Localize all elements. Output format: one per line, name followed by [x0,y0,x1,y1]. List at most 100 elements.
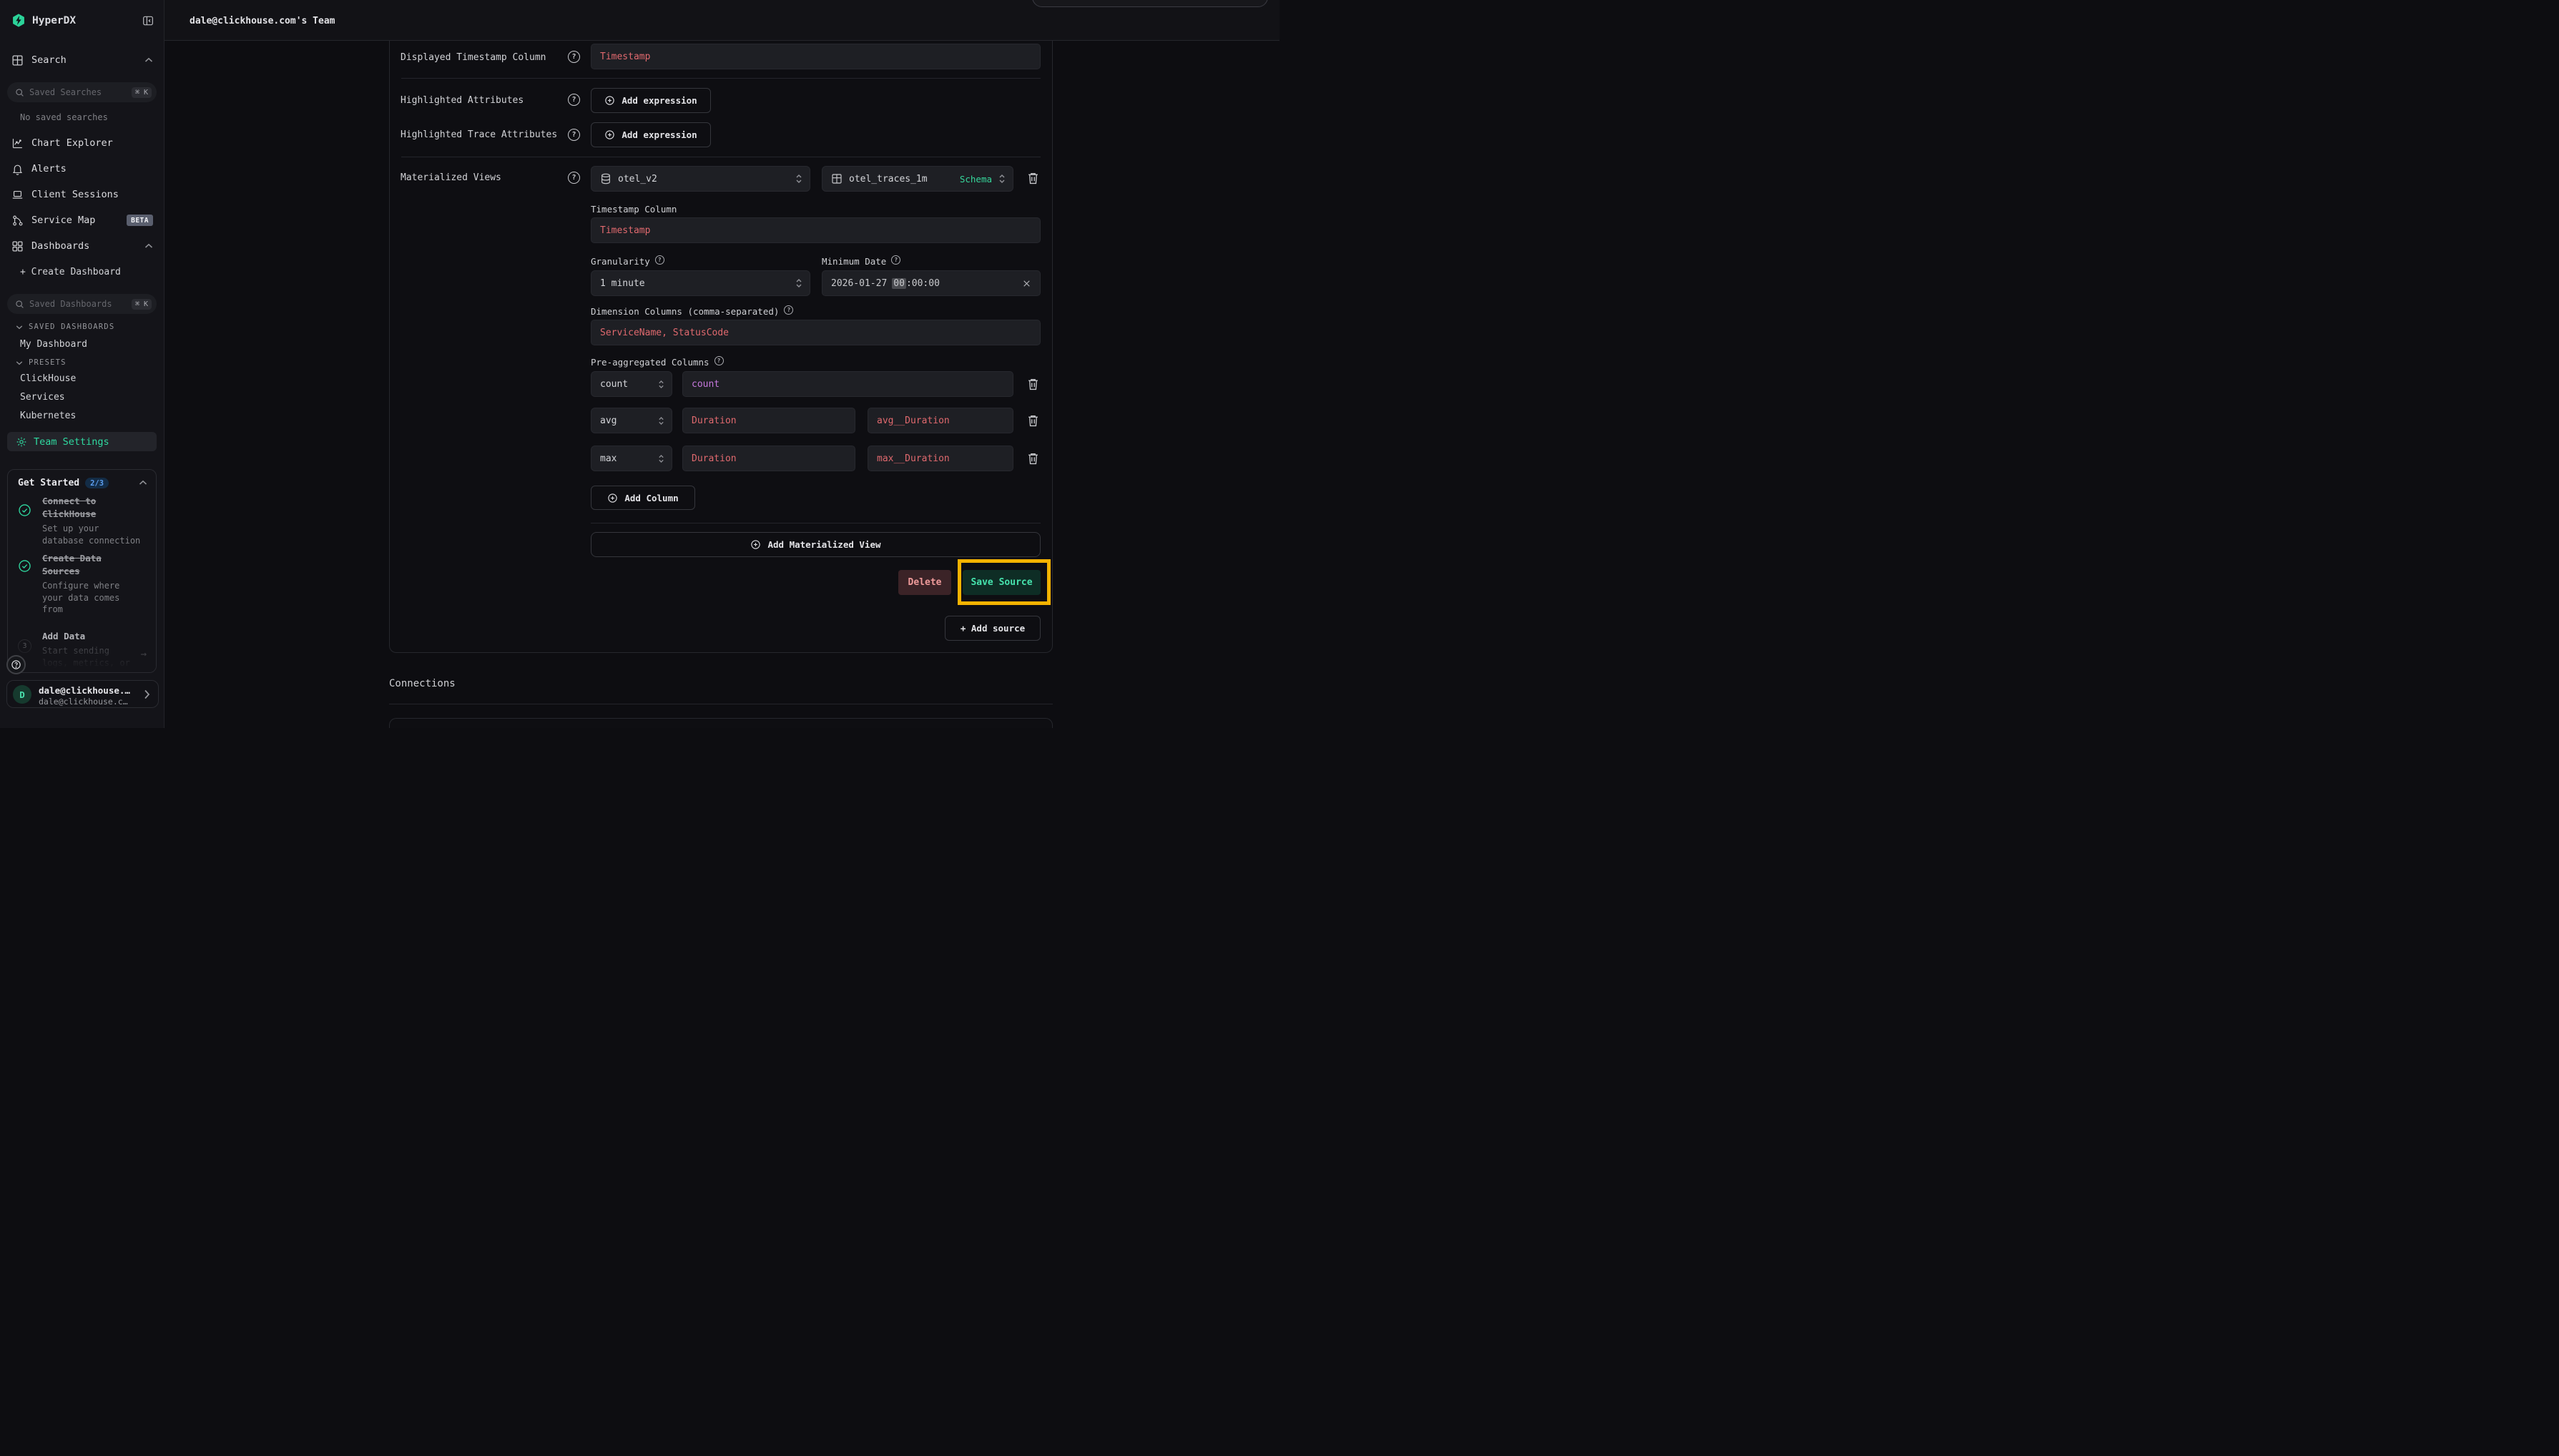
dimension-columns-label: Dimension Columns (comma-separated)? [591,305,793,317]
laptop-icon [11,189,24,201]
user-name: dale@clickhouse.… [39,685,130,696]
sidebar-item-dashboards[interactable]: Dashboards [11,237,153,255]
saved-dashboards-section[interactable]: SAVED DASHBOARDS [16,323,114,331]
delete-source-button[interactable]: Delete [898,570,951,595]
plus-circle-icon [604,129,615,140]
aggregation-expression-input[interactable]: count [682,371,1013,397]
help-icon[interactable]: ? [568,94,580,106]
aggregation-expression-input[interactable]: Duration [682,446,855,471]
create-dashboard-button[interactable]: + Create Dashboard [20,267,121,277]
help-icon[interactable]: ? [568,51,580,63]
get-started-header[interactable]: Get Started 2/3 [18,478,109,488]
chevron-up-icon[interactable] [144,243,153,249]
hyperdx-logo-icon [11,13,26,28]
add-column-button[interactable]: Add Column [591,486,695,510]
sidebar-item-my-dashboard[interactable]: My Dashboard [20,339,87,350]
get-started-step-sources[interactable]: Create DataSources Configure whereyour d… [42,552,149,616]
saved-searches-input[interactable] [29,87,127,97]
select-value: count [600,379,652,390]
help-icon[interactable]: ? [568,172,580,184]
delete-column-row-button[interactable] [1027,414,1039,427]
help-icon[interactable]: ? [714,356,724,365]
add-expression-button[interactable]: Add expression [591,122,711,147]
button-label: Add expression [622,95,697,106]
trash-icon [1027,378,1039,390]
database-select[interactable]: otel_v2 [591,166,810,192]
add-materialized-view-button[interactable]: Add Materialized View [591,532,1041,557]
add-source-button[interactable]: + Add source [945,616,1041,641]
logo[interactable]: HyperDX [11,13,76,28]
get-started-step-connect[interactable]: Connect toClickHouse Set up yourdatabase… [42,495,149,546]
save-source-button[interactable]: Save Source [963,570,1041,595]
sidebar-item-preset-services[interactable]: Services [20,392,65,403]
input-value: avg__Duration [877,415,950,426]
delete-column-row-button[interactable] [1027,452,1039,465]
clear-date-icon[interactable] [1022,279,1031,288]
chevron-updown-icon [998,173,1006,185]
sidebar-item-label: Alerts [31,163,153,174]
sidebar-item-search[interactable]: Search [11,51,153,69]
saved-searches-search[interactable]: ⌘ K [7,82,157,102]
help-icon[interactable]: ? [784,305,793,315]
search-nav-icon [11,54,24,67]
user-menu[interactable]: D dale@clickhouse.… dale@clickhouse.c… [6,680,159,708]
aggregation-fn-select[interactable]: max [591,446,672,471]
sidebar-collapse-icon[interactable] [142,15,154,26]
check-circle-icon [18,559,31,573]
dashboards-grid-icon [11,240,24,252]
aggregation-fn-select[interactable]: avg [591,408,672,433]
sidebar-item-team-settings[interactable]: Team Settings [7,432,157,451]
search-icon [15,300,24,309]
pre-aggregated-label: Pre-aggregated Columns? [591,356,724,368]
sidebar-item-client-sessions[interactable]: Client Sessions [11,186,153,203]
highlighted-trace-attributes-label: Highlighted Trace Attributes [401,129,557,140]
help-icon[interactable]: ? [891,255,900,265]
database-icon [600,173,611,185]
sidebar-item-label: Chart Explorer [31,137,153,149]
select-value: 1 minute [600,278,789,289]
table-select[interactable]: otel_traces_1m Schema [822,166,1013,192]
help-icon[interactable]: ? [655,255,664,265]
delete-materialized-view-button[interactable] [1027,172,1039,185]
hour-segment-selected: 00 [892,278,906,289]
add-expression-button[interactable]: Add expression [591,88,711,113]
chevron-up-icon[interactable] [144,57,153,63]
aggregation-expression-input[interactable]: Duration [682,408,855,433]
step-desc: Configure whereyour data comesfrom [42,580,149,616]
step-number-badge: 3 [18,639,31,653]
timestamp-column-input[interactable]: Timestamp [591,217,1041,243]
delete-column-row-button[interactable] [1027,378,1039,390]
sidebar-item-alerts[interactable]: Alerts [11,160,153,177]
button-label: Add expression [622,129,697,140]
aggregation-alias-input[interactable]: max__Duration [868,446,1013,471]
hyperdx-app: HyperDX Search ⌘ K No saved searches [0,0,1280,728]
help-button[interactable] [6,655,26,674]
help-icon[interactable]: ? [568,129,580,141]
logo-text: HyperDX [32,15,76,26]
divider [401,78,1041,79]
saved-dashboards-search[interactable]: ⌘ K [7,294,157,314]
chevron-down-icon [16,360,23,365]
saved-dashboards-input[interactable] [29,299,127,309]
plus-circle-icon [607,493,618,503]
displayed-timestamp-input[interactable]: Timestamp [591,44,1041,69]
schema-link[interactable]: Schema [960,174,992,185]
displayed-timestamp-label: Displayed Timestamp Column [401,52,546,63]
chevron-up-icon[interactable] [139,480,147,486]
get-started-step-add-data[interactable]: Add Data Start sendinglogs, metrics, ort… [42,630,149,673]
aggregation-alias-input[interactable]: avg__Duration [868,408,1013,433]
presets-section[interactable]: PRESETS [16,358,67,367]
sidebar-item-service-map[interactable]: Service Map BETA [11,212,153,229]
sidebar-item-preset-clickhouse[interactable]: ClickHouse [20,373,76,384]
sidebar-item-chart-explorer[interactable]: Chart Explorer [11,134,153,152]
minimum-date-input[interactable]: 2026-01-2700:00:00 [822,270,1041,296]
plus-circle-icon [604,95,615,106]
sidebar-item-preset-kubernetes[interactable]: Kubernetes [20,410,76,421]
connections-title: Connections [389,678,456,689]
dimension-columns-input[interactable]: ServiceName, StatusCode [591,320,1041,345]
input-value: Duration [692,453,737,464]
beta-badge: BETA [127,215,153,226]
aggregation-fn-select[interactable]: count [591,371,672,397]
granularity-select[interactable]: 1 minute [591,270,810,296]
highlighted-attributes-label: Highlighted Attributes [401,95,524,106]
